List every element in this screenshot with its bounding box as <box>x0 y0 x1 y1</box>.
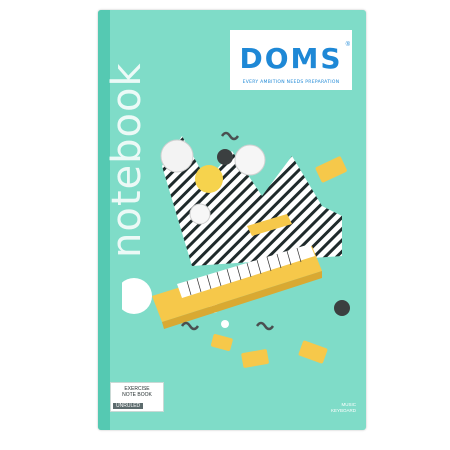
squiggle <box>220 131 240 141</box>
brand-name: DOMS <box>239 42 343 75</box>
yellow-ball <box>195 165 223 193</box>
cassette-tape-4 <box>210 334 233 351</box>
book-label: EXERCISE NOTE BOOK UNRULED <box>110 382 164 412</box>
logo-panel: DOMS ® EVERY AMBITION NEEDS PREPARATION <box>230 30 352 90</box>
cassette-tape-2 <box>298 340 328 364</box>
cover-theme-label: MUSIC KEYBOARD <box>316 402 356 418</box>
brand-logo: DOMS ® <box>238 38 350 75</box>
label-title-2: NOTE BOOK <box>122 392 152 398</box>
tiny-white-ball-2 <box>221 320 229 328</box>
cassette-tape-3 <box>241 349 269 368</box>
white-ball <box>160 139 194 173</box>
cover-illustration <box>122 131 350 368</box>
black-ball <box>217 149 233 165</box>
small-white-ball <box>189 203 211 225</box>
squiggle-3 <box>180 321 200 331</box>
squiggle-2 <box>255 321 275 331</box>
black-ball-2 <box>334 300 350 316</box>
theme-line-2: KEYBOARD <box>330 408 356 413</box>
ruling-type: UNRULED <box>113 403 144 409</box>
large-white-ball <box>122 278 152 314</box>
brand-tagline: EVERY AMBITION NEEDS PREPARATION <box>242 80 340 85</box>
notebook-cover: DOMS ® EVERY AMBITION NEEDS PREPARATION … <box>98 10 366 430</box>
registered-mark-icon: ® <box>345 42 350 48</box>
white-ball-2 <box>234 144 266 176</box>
cassette-tape <box>315 156 347 183</box>
